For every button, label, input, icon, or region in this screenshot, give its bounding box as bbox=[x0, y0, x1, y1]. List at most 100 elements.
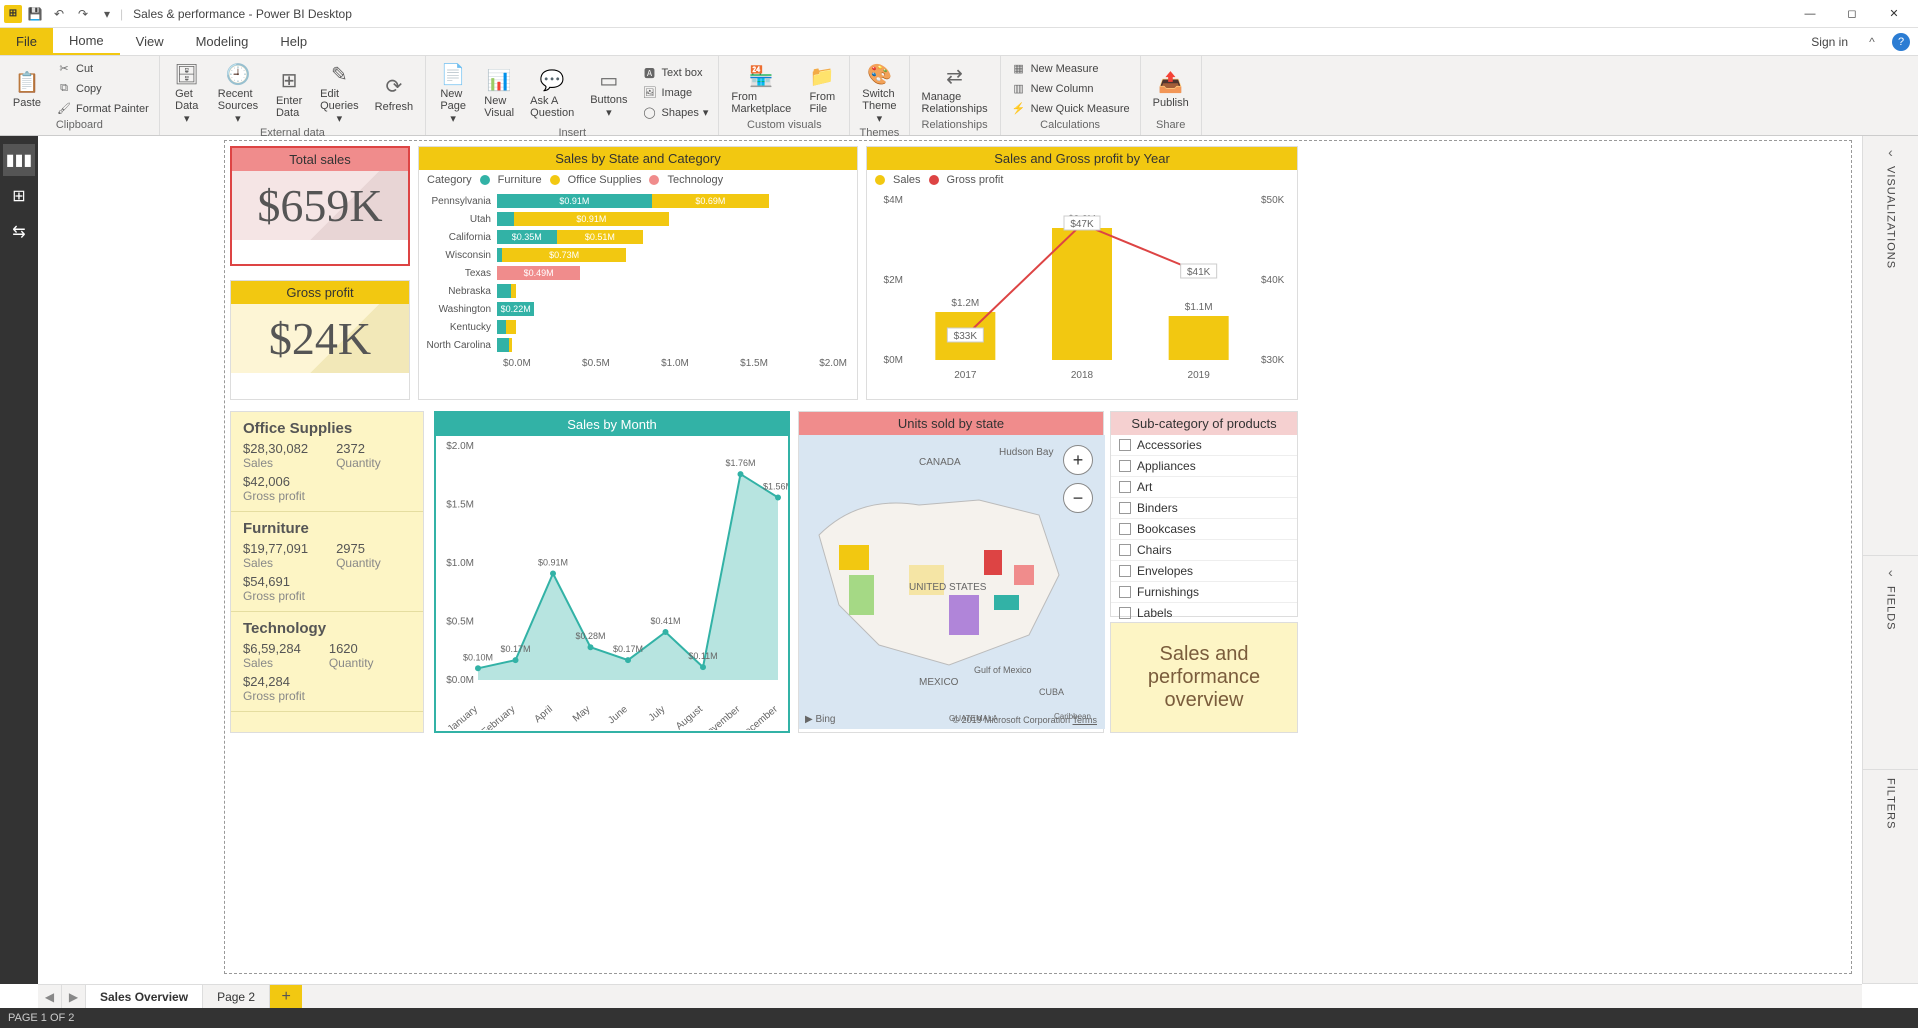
close-button[interactable]: ✕ bbox=[1874, 0, 1914, 28]
publish-button[interactable]: 📤Publish bbox=[1147, 67, 1195, 111]
svg-text:$1.76M: $1.76M bbox=[725, 458, 755, 468]
shapes-button[interactable]: ◯Shapes▾ bbox=[638, 103, 713, 123]
checkbox-icon[interactable] bbox=[1119, 523, 1131, 535]
svg-text:$0.28M: $0.28M bbox=[575, 631, 605, 641]
tab-modeling[interactable]: Modeling bbox=[180, 28, 265, 55]
visual-sales-by-month[interactable]: Sales by Month $0.0M$0.5M$1.0M$1.5M$2.0M… bbox=[434, 411, 790, 733]
checkbox-icon[interactable] bbox=[1119, 460, 1131, 472]
data-view-button[interactable]: ⊞ bbox=[3, 180, 35, 212]
help-icon[interactable]: ? bbox=[1892, 33, 1910, 51]
visual-total-sales[interactable]: Total sales $659K bbox=[230, 146, 410, 266]
slicer-item[interactable]: Furnishings bbox=[1111, 582, 1297, 603]
manage-relationships-button[interactable]: ⇄Manage Relationships bbox=[916, 61, 994, 117]
slicer-item[interactable]: Accessories bbox=[1111, 435, 1297, 456]
edit-queries-button[interactable]: ✎Edit Queries▾ bbox=[314, 58, 365, 127]
svg-text:$0.17M: $0.17M bbox=[500, 644, 530, 654]
report-canvas[interactable]: Total sales $659K Gross profit $24K Sale… bbox=[38, 136, 1862, 984]
svg-text:$0.0M: $0.0M bbox=[446, 675, 474, 686]
prev-page-button[interactable]: ◀ bbox=[38, 985, 62, 1009]
refresh-button[interactable]: ⟳Refresh bbox=[369, 71, 420, 115]
table-icon: ⊞ bbox=[275, 67, 303, 95]
visual-map[interactable]: Units sold by state + − CANADA Hudson Ba… bbox=[798, 411, 1104, 733]
checkbox-icon[interactable] bbox=[1119, 502, 1131, 514]
visual-subcategory-slicer[interactable]: Sub-category of products AccessoriesAppl… bbox=[1110, 411, 1298, 617]
map-terms-link[interactable]: Terms bbox=[1073, 715, 1098, 725]
title-text: Sales and performance overview bbox=[1123, 643, 1285, 712]
ask-question-button[interactable]: 💬Ask A Question bbox=[524, 65, 580, 121]
file-menu[interactable]: File bbox=[0, 28, 53, 55]
page-icon: 📄 bbox=[439, 60, 467, 88]
signin-link[interactable]: Sign in bbox=[1799, 35, 1860, 49]
new-page-button[interactable]: 📄New Page▾ bbox=[432, 58, 474, 127]
visualizations-pane[interactable]: ‹VISUALIZATIONS bbox=[1863, 136, 1918, 556]
new-quick-measure-button[interactable]: ⚡New Quick Measure bbox=[1007, 99, 1134, 119]
svg-text:$0.5M: $0.5M bbox=[446, 617, 474, 628]
checkbox-icon[interactable] bbox=[1119, 481, 1131, 493]
tab-view[interactable]: View bbox=[120, 28, 180, 55]
format-painter-button[interactable]: 🖌Format Painter bbox=[52, 99, 153, 119]
page-tab-1[interactable]: Sales Overview bbox=[86, 985, 203, 1008]
svg-text:$50K: $50K bbox=[1261, 195, 1285, 206]
slicer-item[interactable]: Envelopes bbox=[1111, 561, 1297, 582]
svg-text:May: May bbox=[571, 704, 593, 725]
bubble-icon: 💬 bbox=[538, 67, 566, 95]
slicer-item[interactable]: Appliances bbox=[1111, 456, 1297, 477]
svg-text:$0.10M: $0.10M bbox=[463, 652, 493, 662]
slicer-item[interactable]: Bookcases bbox=[1111, 519, 1297, 540]
minimize-button[interactable]: — bbox=[1790, 0, 1830, 28]
visual-sales-by-state[interactable]: Sales by State and Category Category Fur… bbox=[418, 146, 858, 400]
visual-gross-profit[interactable]: Gross profit $24K bbox=[230, 280, 410, 400]
slicer-item[interactable]: Art bbox=[1111, 477, 1297, 498]
switch-theme-button[interactable]: 🎨Switch Theme▾ bbox=[856, 58, 902, 127]
cut-button[interactable]: ✂Cut bbox=[52, 59, 153, 79]
group-relationships-label: Relationships bbox=[916, 119, 994, 133]
svg-text:January: January bbox=[446, 704, 480, 730]
workspace: ▮▮▮ ⊞ ⇆ Total sales $659K Gross profit $… bbox=[0, 136, 1918, 984]
add-page-button[interactable]: + bbox=[270, 985, 302, 1009]
report-view-button[interactable]: ▮▮▮ bbox=[3, 144, 35, 176]
checkbox-icon[interactable] bbox=[1119, 544, 1131, 556]
fields-pane[interactable]: ‹FIELDS bbox=[1863, 556, 1918, 770]
undo-icon[interactable]: ↶ bbox=[48, 3, 70, 25]
qat-dropdown-icon[interactable]: ▾ bbox=[96, 3, 118, 25]
slicer-item[interactable]: Chairs bbox=[1111, 540, 1297, 561]
filters-pane[interactable]: FILTERS bbox=[1863, 770, 1918, 984]
copy-button[interactable]: ⧉Copy bbox=[52, 79, 153, 99]
paste-button[interactable]: 📋Paste bbox=[6, 67, 48, 111]
checkbox-icon[interactable] bbox=[1119, 607, 1131, 619]
image-button[interactable]: 🖼Image bbox=[638, 83, 713, 103]
marketplace-icon: 🏪 bbox=[747, 63, 775, 91]
new-measure-button[interactable]: ▦New Measure bbox=[1007, 59, 1134, 79]
tab-home[interactable]: Home bbox=[53, 28, 120, 55]
next-page-button[interactable]: ▶ bbox=[62, 985, 86, 1009]
page-tab-2[interactable]: Page 2 bbox=[203, 985, 270, 1008]
map-zoom-out[interactable]: − bbox=[1063, 483, 1093, 513]
checkbox-icon[interactable] bbox=[1119, 565, 1131, 577]
visual-title-card[interactable]: Sales and performance overview bbox=[1110, 622, 1298, 733]
from-marketplace-button[interactable]: 🏪From Marketplace bbox=[725, 61, 797, 117]
map-zoom-in[interactable]: + bbox=[1063, 445, 1093, 475]
visual-category-summary[interactable]: Office Supplies$28,30,082Sales2372Quanti… bbox=[230, 411, 424, 733]
redo-icon[interactable]: ↷ bbox=[72, 3, 94, 25]
get-data-button[interactable]: 🗄Get Data▾ bbox=[166, 58, 208, 127]
left-nav: ▮▮▮ ⊞ ⇆ bbox=[0, 136, 38, 984]
enter-data-button[interactable]: ⊞Enter Data bbox=[268, 65, 310, 121]
new-column-button[interactable]: ▥New Column bbox=[1007, 79, 1134, 99]
slicer-item[interactable]: Binders bbox=[1111, 498, 1297, 519]
tab-help[interactable]: Help bbox=[264, 28, 323, 55]
chart-legend: Sales Gross profit bbox=[867, 170, 1297, 190]
checkbox-icon[interactable] bbox=[1119, 586, 1131, 598]
from-file-button[interactable]: 📁From File bbox=[801, 61, 843, 117]
slicer-item[interactable]: Labels bbox=[1111, 603, 1297, 624]
save-icon[interactable]: 💾 bbox=[24, 3, 46, 25]
textbox-button[interactable]: 🅰Text box bbox=[638, 63, 713, 83]
checkbox-icon[interactable] bbox=[1119, 439, 1131, 451]
visual-sales-profit-year[interactable]: Sales and Gross profit by Year Sales Gro… bbox=[866, 146, 1298, 400]
buttons-button[interactable]: ▭Buttons▾ bbox=[584, 64, 633, 121]
model-view-button[interactable]: ⇆ bbox=[3, 216, 35, 248]
svg-text:MEXICO: MEXICO bbox=[919, 677, 959, 688]
recent-sources-button[interactable]: 🕘Recent Sources▾ bbox=[212, 58, 264, 127]
new-visual-button[interactable]: 📊New Visual bbox=[478, 65, 520, 121]
maximize-button[interactable]: ◻ bbox=[1832, 0, 1872, 28]
ribbon-collapse-icon[interactable]: ^ bbox=[1860, 30, 1884, 54]
